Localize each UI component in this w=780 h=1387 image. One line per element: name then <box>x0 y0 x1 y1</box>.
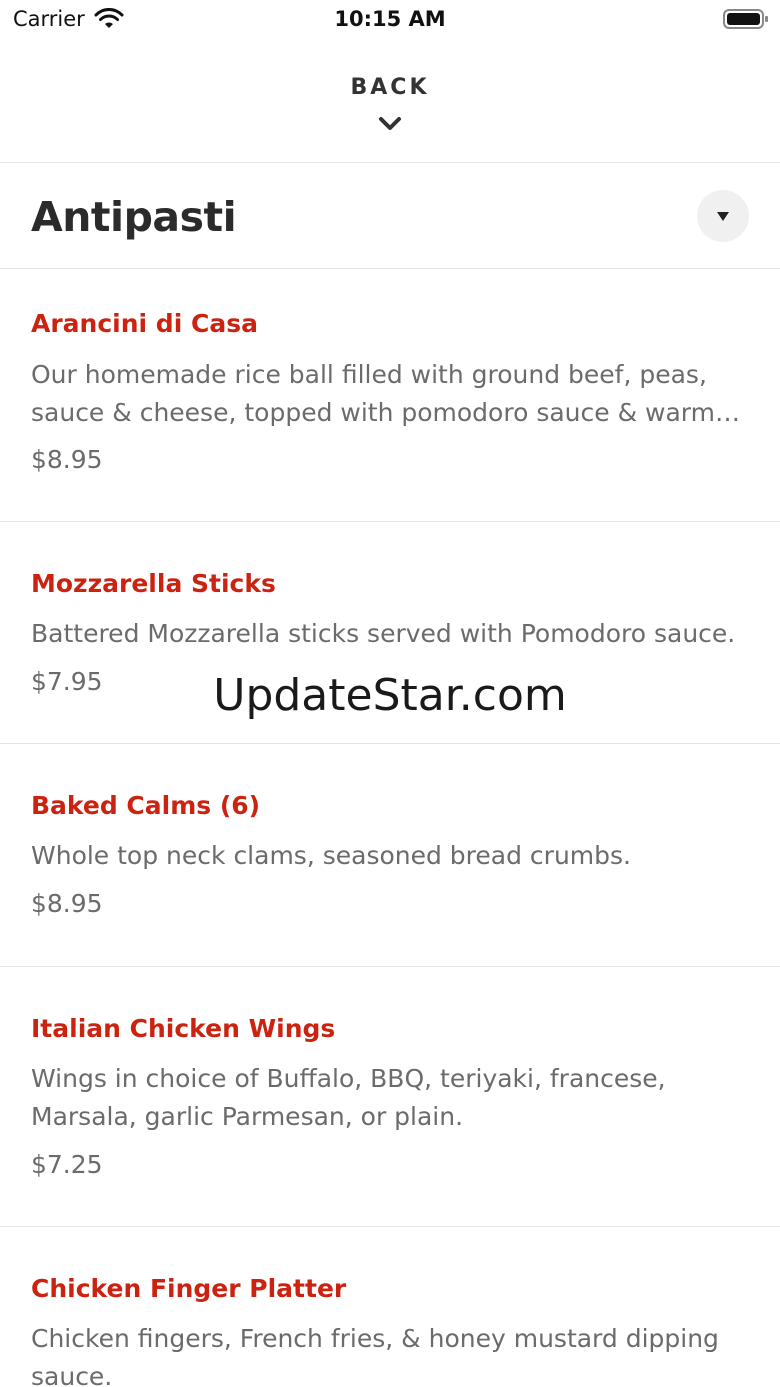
item-description: Battered Mozzarella sticks served with P… <box>31 619 736 648</box>
item-name: Baked Calms (6) <box>31 791 261 820</box>
back-label: BACK <box>350 75 430 100</box>
item-description: Our homemade rice ball filled with groun… <box>31 360 715 427</box>
item-name: Arancini di Casa <box>31 309 258 338</box>
watermark-text: UpdateStar.com <box>213 670 567 721</box>
section-header[interactable]: Antipasti <box>0 163 780 269</box>
menu-item[interactable]: Arancini di Casa Our homemade rice ball … <box>0 269 780 522</box>
item-description: Whole top neck clams, seasoned bread cru… <box>31 841 631 870</box>
status-time: 10:15 AM <box>334 7 446 31</box>
item-description: Chicken fingers, French fries, & honey m… <box>31 1324 719 1387</box>
item-name: Italian Chicken Wings <box>31 1014 336 1043</box>
section-toggle-button[interactable] <box>697 190 749 242</box>
status-bar: Carrier 10:15 AM <box>0 0 780 40</box>
item-price: $8.95 <box>31 445 103 474</box>
triangle-down-icon <box>717 211 729 221</box>
menu-item[interactable]: Italian Chicken Wings Wings in choice of… <box>0 967 780 1227</box>
item-name: Chicken Finger Platter <box>31 1274 347 1303</box>
section-title: Antipasti <box>31 193 237 241</box>
menu-item[interactable]: Chicken Finger Platter Chicken fingers, … <box>0 1227 780 1387</box>
item-name: Mozzarella Sticks <box>31 569 276 598</box>
menu-item[interactable]: Baked Calms (6) Whole top neck clams, se… <box>0 744 780 967</box>
battery-icon <box>723 9 768 29</box>
back-button[interactable]: BACK <box>0 40 780 163</box>
item-description: Wings in choice of Buffalo, BBQ, teriyak… <box>31 1064 666 1131</box>
item-price: $7.25 <box>31 1150 103 1179</box>
menu-screen: Carrier 10:15 AM BACK Antipasti Arancini… <box>0 0 780 1387</box>
chevron-down-icon <box>379 117 401 130</box>
item-price: $8.95 <box>31 889 103 918</box>
